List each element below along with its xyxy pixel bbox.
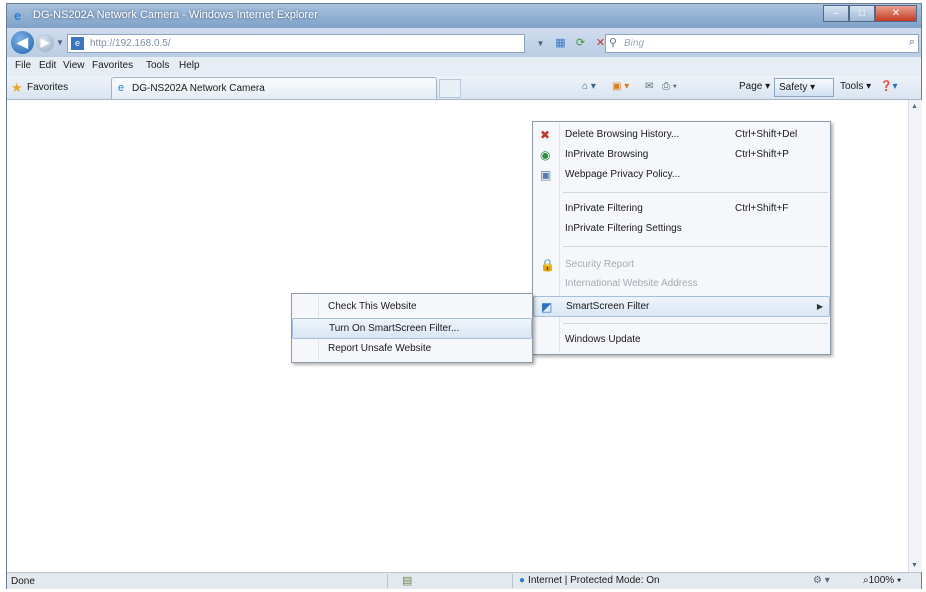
home-icon[interactable]: ⌂ ▾ — [582, 81, 596, 92]
tab-active[interactable]: e DG-NS202A Network Camera — [111, 77, 437, 99]
add-ons-icon[interactable]: ⚙ ▾ — [813, 575, 830, 586]
feeds-icon[interactable]: ▣ ▾ — [612, 81, 629, 92]
menu-item-label: Turn On SmartScreen Filter... — [329, 323, 460, 334]
menu-item-label: Webpage Privacy Policy... — [565, 169, 681, 180]
menu-file[interactable]: File — [15, 60, 31, 71]
status-bar: Done ▤ ● Internet | Protected Mode: On ⚙ … — [7, 572, 921, 589]
address-dropdown-icon[interactable]: ▼ — [532, 35, 549, 52]
menu-item-label: InPrivate Browsing — [565, 149, 649, 160]
favorites-button[interactable]: Favorites — [27, 82, 68, 93]
status-separator — [387, 574, 388, 588]
address-url[interactable]: http://192.168.0.5/ — [90, 38, 171, 49]
privacy-icon: ▣ — [540, 168, 552, 182]
minimize-button[interactable]: – — [823, 5, 849, 22]
maximize-button[interactable]: □ — [849, 5, 875, 22]
scroll-down-icon[interactable]: ▼ — [911, 562, 918, 569]
close-button[interactable]: ✕ — [875, 5, 917, 22]
menu-item-label: International Website Address — [565, 278, 698, 289]
safety-menu: ✖ Delete Browsing History... Ctrl+Shift+… — [532, 121, 831, 355]
inprivate-icon: ◉ — [540, 148, 551, 162]
menu-item-label: InPrivate Filtering — [565, 203, 643, 214]
favorites-bar: ★ Favorites e DG-NS202A Network Camera ⌂… — [7, 76, 921, 100]
menu-item-check-this-website[interactable]: Check This Website — [292, 297, 532, 318]
forward-arrow-icon: ▶ — [40, 37, 50, 49]
menu-item-security-report: 🔒 Security Report — [533, 255, 830, 276]
window-title: DG-NS202A Network Camera - Windows Inter… — [33, 9, 318, 21]
page-menu-button[interactable]: Page ▾ — [739, 81, 770, 92]
address-bar[interactable]: e http://192.168.0.5/ — [67, 34, 525, 53]
menu-item-windows-update[interactable]: Windows Update — [533, 330, 830, 351]
menu-item-label: InPrivate Filtering Settings — [565, 223, 682, 234]
menu-item-label: Delete Browsing History... — [565, 129, 680, 140]
menu-item-label: Report Unsafe Website — [328, 343, 432, 354]
status-separator — [512, 574, 513, 588]
menu-item-inprivate-filtering[interactable]: InPrivate Filtering Ctrl+Shift+F — [533, 199, 830, 220]
menu-item-inprivate-browsing[interactable]: ◉ InPrivate Browsing Ctrl+Shift+P — [533, 145, 830, 166]
delete-history-icon: ✖ — [540, 128, 551, 142]
menu-item-inprivate-filtering-settings[interactable]: InPrivate Filtering Settings — [533, 219, 830, 240]
menu-item-label: Check This Website — [328, 301, 417, 312]
help-icon[interactable]: ❓▾ — [880, 81, 897, 92]
zoom-level[interactable]: ⌕100% ▾ — [863, 575, 901, 586]
zoom-value: 100% — [868, 575, 895, 586]
ie-page-icon: e — [118, 82, 125, 94]
tab-title: DG-NS202A Network Camera — [132, 83, 265, 94]
title-bar[interactable]: e DG-NS202A Network Camera - Windows Int… — [7, 4, 921, 28]
bing-logo-icon: ⚲ — [609, 37, 618, 49]
menu-tools[interactable]: Tools — [146, 60, 169, 71]
menu-separator — [563, 323, 828, 324]
vertical-scrollbar[interactable]: ▲ ▼ — [908, 100, 922, 572]
menu-item-label: SmartScreen Filter — [566, 301, 650, 312]
search-input[interactable]: Bing — [624, 38, 644, 49]
compatibility-view-icon[interactable]: ▦ — [552, 35, 569, 52]
safety-menu-button[interactable]: Safety ▾ — [774, 78, 834, 97]
refresh-icon[interactable]: ⟳ — [572, 35, 589, 52]
scroll-up-icon[interactable]: ▲ — [911, 103, 918, 110]
menu-item-smartscreen-filter[interactable]: ◩ SmartScreen Filter ▶ — [533, 296, 830, 317]
page-icon: e — [71, 37, 84, 50]
security-zone[interactable]: ● Internet | Protected Mode: On — [519, 575, 660, 586]
favorites-star-icon[interactable]: ★ — [11, 80, 23, 96]
smartscreen-icon: ◩ — [541, 300, 553, 314]
submenu-arrow-icon: ▶ — [816, 302, 823, 311]
back-arrow-icon: ◀ — [17, 34, 28, 50]
back-button[interactable]: ◀ — [11, 31, 34, 54]
window-controls: – □ ✕ — [823, 5, 917, 22]
new-tab-button[interactable] — [439, 79, 461, 98]
lock-icon: 🔒 — [540, 258, 555, 272]
menu-separator — [563, 246, 828, 247]
menu-separator — [563, 192, 828, 193]
menu-item-shortcut: Ctrl+Shift+P — [735, 149, 789, 160]
address-buttons: ▼ ▦ ⟳ ✕ — [532, 35, 609, 52]
menu-item-report-unsafe-website[interactable]: Report Unsafe Website — [292, 339, 532, 360]
menu-help[interactable]: Help — [179, 60, 200, 71]
forward-button[interactable]: ▶ — [36, 34, 54, 52]
menu-item-label: Windows Update — [565, 334, 641, 345]
menu-edit[interactable]: Edit — [39, 60, 56, 71]
menu-item-webpage-privacy-policy[interactable]: ▣ Webpage Privacy Policy... — [533, 165, 830, 186]
menu-item-delete-browsing-history[interactable]: ✖ Delete Browsing History... Ctrl+Shift+… — [533, 125, 830, 146]
menu-item-label: Security Report — [565, 259, 634, 270]
status-text: Done — [11, 576, 35, 587]
menu-item-international-website-address: International Website Address — [533, 274, 830, 295]
tools-menu-button[interactable]: Tools ▾ — [840, 81, 871, 92]
menu-bar: File Edit View Favorites Tools Help — [7, 57, 921, 76]
recent-pages-dropdown-icon[interactable]: ▼ — [56, 38, 64, 47]
zone-label: Internet | Protected Mode: On — [528, 575, 660, 586]
pending-download-icon: ▤ — [402, 575, 413, 587]
search-box[interactable]: ⚲ Bing ⌕ — [605, 34, 919, 53]
menu-favorites[interactable]: Favorites — [92, 60, 133, 71]
print-icon[interactable]: ⎙ ▾ — [662, 81, 677, 92]
menu-item-turn-on-smartscreen-filter[interactable]: Turn On SmartScreen Filter... — [292, 318, 532, 339]
menu-item-shortcut: Ctrl+Shift+F — [735, 203, 789, 214]
menu-view[interactable]: View — [63, 60, 85, 71]
globe-icon: ● — [519, 575, 526, 586]
ie-logo-icon: e — [14, 8, 22, 23]
menu-item-shortcut: Ctrl+Shift+Del — [735, 129, 798, 140]
search-icon[interactable]: ⌕ — [909, 36, 915, 49]
mail-icon[interactable]: ✉ — [645, 81, 653, 92]
navigation-bar: ◀ ▶ ▼ e http://192.168.0.5/ ▼ ▦ ⟳ ✕ ⚲ Bi… — [7, 28, 921, 57]
smartscreen-submenu: Check This Website Turn On SmartScreen F… — [291, 293, 533, 363]
